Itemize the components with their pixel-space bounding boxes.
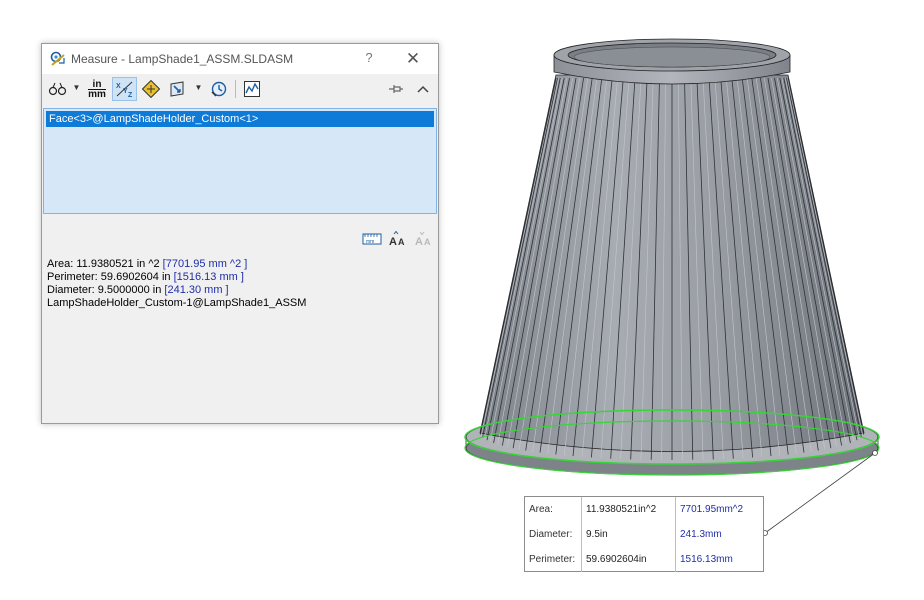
callout-row-diameter: Diameter: 9.5in 241.3mm bbox=[525, 522, 763, 547]
callout-perimeter-metric: 1516.13mm bbox=[680, 554, 733, 565]
callout-area-imperial: 11.9380521in^2 bbox=[581, 497, 676, 522]
callout-row-area: Area: 11.9380521in^2 7701.95mm^2 bbox=[525, 497, 763, 522]
callout-table: Area: 11.9380521in^2 7701.95mm^2 Diamete… bbox=[525, 497, 763, 572]
top-rim[interactable] bbox=[553, 38, 791, 85]
callout-diameter-label: Diameter: bbox=[525, 522, 582, 547]
model-viewport[interactable] bbox=[0, 0, 924, 600]
callout-area-metric: 7701.95mm^2 bbox=[680, 504, 744, 515]
callout-perimeter-imperial: 59.6902604in bbox=[581, 547, 676, 572]
measurement-callout[interactable]: Area: 11.9380521in^2 7701.95mm^2 Diamete… bbox=[524, 496, 764, 572]
callout-area-label: Area: bbox=[525, 497, 582, 522]
leader-anchor bbox=[872, 450, 878, 456]
callout-diameter-metric: 241.3mm bbox=[680, 529, 722, 540]
callout-diameter-imperial: 9.5in bbox=[581, 522, 676, 547]
callout-row-perimeter: Perimeter: 59.6902604in 1516.13mm bbox=[525, 547, 763, 572]
lampshade-body[interactable] bbox=[479, 74, 865, 461]
callout-perimeter-label: Perimeter: bbox=[525, 547, 582, 572]
